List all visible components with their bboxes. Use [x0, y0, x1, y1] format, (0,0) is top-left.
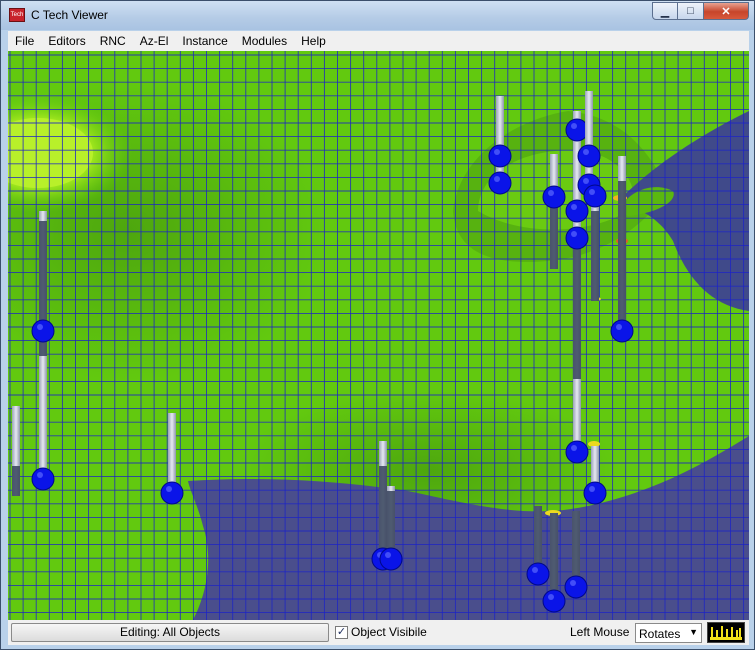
well-screen-interval [573, 241, 581, 379]
left-mouse-label: Left Mouse [570, 625, 630, 639]
marker-highlight [616, 324, 622, 330]
well-sample-marker[interactable] [583, 184, 607, 208]
marker-highlight [166, 486, 172, 492]
well-sample-marker[interactable] [542, 589, 566, 613]
marker-highlight [571, 231, 577, 237]
object-visible-checkbox[interactable]: ✓ [335, 626, 348, 639]
well-rod [168, 413, 176, 491]
well-sample-marker[interactable] [526, 562, 550, 586]
well-screen-interval [591, 211, 599, 301]
marker-highlight [583, 178, 589, 184]
editing-objects-button[interactable]: Editing: All Objects [11, 623, 329, 642]
level-meter-icon[interactable] [707, 622, 745, 643]
app-logo-icon: Tech [9, 8, 25, 22]
marker-highlight [571, 204, 577, 210]
menu-instance[interactable]: Instance [175, 34, 234, 48]
marker-highlight [583, 149, 589, 155]
well-sample-marker[interactable] [565, 226, 589, 250]
object-visible-label: Object Visibile [351, 625, 427, 639]
minimize-button[interactable]: ▁ [652, 2, 678, 20]
well-sample-marker[interactable] [488, 171, 512, 195]
well-sample-marker[interactable] [488, 144, 512, 168]
well-screen-interval [12, 466, 20, 496]
menu-bar: File Editors RNC Az-El Instance Modules … [8, 31, 749, 51]
menu-help[interactable]: Help [294, 34, 333, 48]
marker-highlight [37, 472, 43, 478]
well-screen-interval [379, 466, 387, 561]
app-window: Tech C Tech Viewer ▁ □ ✕ File Editors RN… [0, 0, 755, 650]
menu-file[interactable]: File [8, 34, 41, 48]
close-button[interactable]: ✕ [704, 2, 749, 20]
well-sample-marker[interactable] [565, 118, 589, 142]
well-sample-marker[interactable] [565, 199, 589, 223]
well-screen-interval [618, 181, 626, 331]
status-bar: Editing: All Objects ✓ Object Visibile L… [8, 620, 749, 645]
marker-highlight [385, 552, 391, 558]
terrain-scene[interactable] [8, 51, 749, 620]
caption-buttons: ▁ □ ✕ [652, 2, 749, 21]
marker-highlight [494, 176, 500, 182]
marker-highlight [589, 486, 595, 492]
title-bar[interactable]: Tech C Tech Viewer ▁ □ ✕ [1, 1, 754, 30]
well-sample-marker[interactable] [31, 467, 55, 491]
well-rod [496, 96, 504, 183]
marker-highlight [494, 149, 500, 155]
well-sample-marker[interactable] [160, 481, 184, 505]
chevron-down-icon: ▼ [689, 627, 698, 637]
left-mouse-mode-select[interactable]: Rotates ▼ [635, 623, 702, 643]
marker-highlight [571, 123, 577, 129]
menu-az-el[interactable]: Az-El [133, 34, 176, 48]
menu-modules[interactable]: Modules [235, 34, 294, 48]
well-sample-marker[interactable] [583, 481, 607, 505]
menu-editors[interactable]: Editors [41, 34, 92, 48]
maximize-button[interactable]: □ [678, 2, 704, 20]
marker-highlight [548, 594, 554, 600]
meter-graphic [710, 626, 742, 640]
well-sample-marker[interactable] [31, 319, 55, 343]
well-sample-marker[interactable] [610, 319, 634, 343]
3d-viewport[interactable] [8, 51, 749, 620]
marker-highlight [589, 189, 595, 195]
well-sample-marker[interactable] [564, 575, 588, 599]
marker-highlight [570, 580, 576, 586]
menu-rnc[interactable]: RNC [93, 34, 133, 48]
well-sample-marker[interactable] [379, 547, 403, 571]
left-mouse-mode-value: Rotates [639, 627, 681, 641]
window-title: C Tech Viewer [31, 8, 108, 22]
marker-highlight [548, 190, 554, 196]
marker-highlight [532, 567, 538, 573]
well-sample-marker[interactable] [565, 440, 589, 464]
marker-highlight [37, 324, 43, 330]
marker-highlight [571, 445, 577, 451]
well-sample-marker[interactable] [577, 144, 601, 168]
well-sample-marker[interactable] [542, 185, 566, 209]
